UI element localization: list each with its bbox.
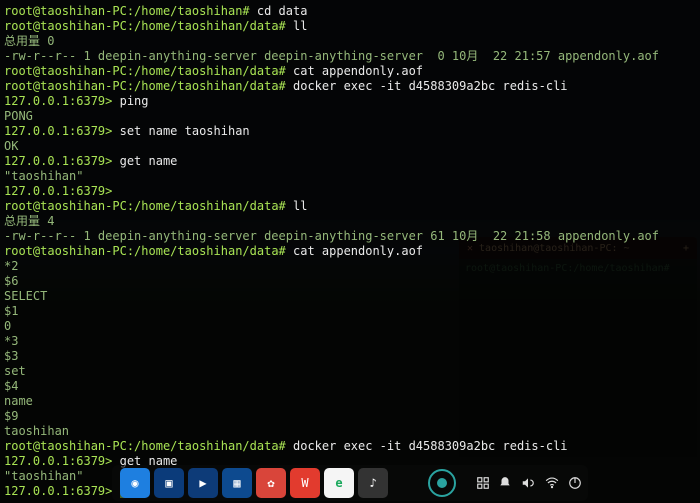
- wps-icon[interactable]: W: [290, 468, 320, 498]
- terminal-line: 127.0.0.1:6379> ping: [4, 94, 696, 109]
- terminal-line: root@taoshihan-PC:/home/taoshihan/data# …: [4, 79, 696, 94]
- terminal-line: root@taoshihan-PC:/home/taoshihan/data# …: [4, 244, 696, 259]
- terminal-line: $1: [4, 304, 696, 319]
- terminal-line: *2: [4, 259, 696, 274]
- camera-indicator-icon[interactable]: [428, 469, 456, 497]
- volume-icon[interactable]: [520, 476, 536, 490]
- terminal-line: $4: [4, 379, 696, 394]
- system-tray: [468, 476, 582, 490]
- terminal-line: OK: [4, 139, 696, 154]
- terminal-line: root@taoshihan-PC:/home/taoshihan/data# …: [4, 64, 696, 79]
- terminal-line: "taoshihan": [4, 169, 696, 184]
- terminal-line: root@taoshihan-PC:/home/taoshihan/data# …: [4, 199, 696, 214]
- browser-360-icon[interactable]: e: [324, 468, 354, 498]
- terminal-line: root@taoshihan-PC:/home/taoshihan# cd da…: [4, 4, 696, 19]
- terminal-line: $9: [4, 409, 696, 424]
- terminal-line: -rw-r--r-- 1 deepin-anything-server deep…: [4, 229, 696, 244]
- taskbar[interactable]: ◉▣▶▦✿We♪: [112, 465, 588, 501]
- terminal-line: -rw-r--r-- 1 deepin-anything-server deep…: [4, 49, 696, 64]
- power-icon[interactable]: [568, 476, 582, 490]
- terminal-line: *3: [4, 334, 696, 349]
- deepin-launcher-icon[interactable]: ◉: [120, 468, 150, 498]
- notifications-icon[interactable]: [498, 476, 512, 490]
- terminal-line: PONG: [4, 109, 696, 124]
- terminal-line: 总用量 0: [4, 34, 696, 49]
- deepin-media-icon[interactable]: ▶: [188, 468, 218, 498]
- qq-music-icon[interactable]: ♪: [358, 468, 388, 498]
- deepin-appstore-icon[interactable]: ▣: [154, 468, 184, 498]
- terminal-line: set: [4, 364, 696, 379]
- control-center-icon[interactable]: ✿: [256, 468, 286, 498]
- dock: ◉▣▶▦✿We♪: [118, 468, 424, 498]
- terminal[interactable]: root@taoshihan-PC:/home/taoshihan# cd da…: [0, 0, 700, 503]
- terminal-line: SELECT: [4, 289, 696, 304]
- terminal-line: 127.0.0.1:6379> set name taoshihan: [4, 124, 696, 139]
- terminal-line: root@taoshihan-PC:/home/taoshihan/data# …: [4, 19, 696, 34]
- terminal-line: 0: [4, 319, 696, 334]
- terminal-line: taoshihan: [4, 424, 696, 439]
- terminal-line: $3: [4, 349, 696, 364]
- terminal-icon[interactable]: [392, 468, 422, 498]
- terminal-line: $6: [4, 274, 696, 289]
- terminal-line: 127.0.0.1:6379>: [4, 184, 696, 199]
- screenshot-icon[interactable]: [476, 476, 490, 490]
- deepin-movie-icon[interactable]: ▦: [222, 468, 252, 498]
- terminal-line: root@taoshihan-PC:/home/taoshihan/data# …: [4, 439, 696, 454]
- terminal-line: name: [4, 394, 696, 409]
- wifi-icon[interactable]: [544, 476, 560, 490]
- terminal-line: 总用量 4: [4, 214, 696, 229]
- terminal-line: 127.0.0.1:6379> get name: [4, 154, 696, 169]
